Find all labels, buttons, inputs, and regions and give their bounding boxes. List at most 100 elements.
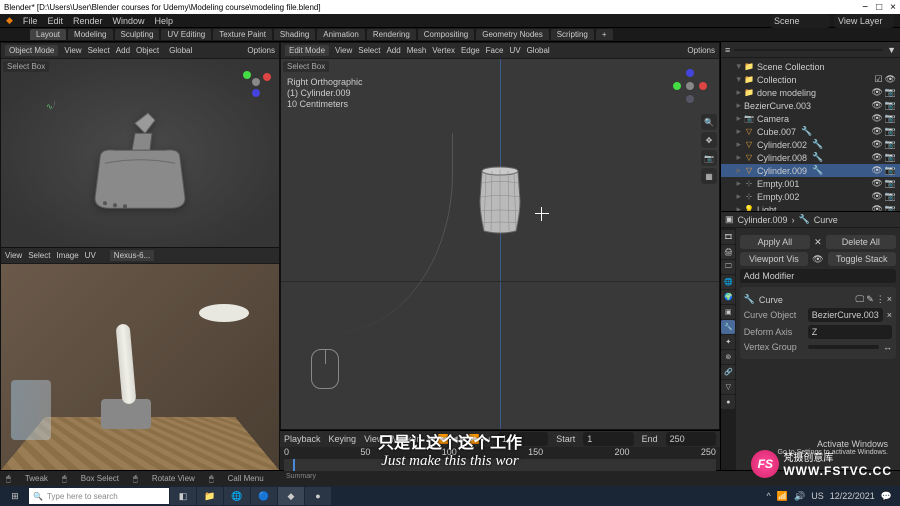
collection-item[interactable]: ▾📁Collection ☑👁 xyxy=(721,73,900,86)
vpmain-tool[interactable]: Select Box xyxy=(283,61,329,72)
toggle-stack-button[interactable]: Toggle Stack xyxy=(828,252,896,266)
vp2-select[interactable]: Select xyxy=(28,251,50,260)
vp2-uv[interactable]: UV xyxy=(85,251,96,260)
outliner-item[interactable]: ▸∿BezierCurve.003👁📷 xyxy=(721,99,900,112)
viewlayer-dropdown[interactable]: View Layer xyxy=(834,14,894,28)
menu-edit[interactable]: Edit xyxy=(47,16,63,26)
tab-modeling[interactable]: Modeling xyxy=(68,29,112,40)
invert-icon[interactable]: ↔ xyxy=(883,342,892,352)
tab-add[interactable]: + xyxy=(596,29,613,40)
app-chrome[interactable]: 🔵 xyxy=(251,487,277,505)
vp1-add[interactable]: Add xyxy=(116,46,130,55)
vp1-mode[interactable]: Object Mode xyxy=(5,45,58,56)
outliner-item[interactable]: ▸📷Camera👁📷 xyxy=(721,112,900,125)
vpmain-edge[interactable]: Edge xyxy=(461,46,480,55)
close-icon[interactable]: × xyxy=(890,2,896,13)
vpmain-face[interactable]: Face xyxy=(486,46,504,55)
tl-marker[interactable]: Marker xyxy=(391,434,419,444)
system-tray[interactable]: ^ 📶 🔊 US 12/22/2021 💬 xyxy=(761,491,898,502)
outliner-item[interactable]: ▸▽Cube.007🔧👁📷 xyxy=(721,125,900,138)
ptab-material[interactable]: ● xyxy=(721,395,735,409)
menu-help[interactable]: Help xyxy=(155,16,174,26)
tab-sculpting[interactable]: Sculpting xyxy=(115,29,160,40)
tab-texpaint[interactable]: Texture Paint xyxy=(213,29,272,40)
vp1-view[interactable]: View xyxy=(64,46,81,55)
timeline-editor[interactable]: Playback Keying View Marker ⏮ ⏪ ◀ ▶ ⏩ ⏭ … xyxy=(280,430,720,470)
vpmain-uv[interactable]: UV xyxy=(509,46,520,55)
ptab-modifier[interactable]: 🔧 xyxy=(721,320,735,334)
outliner-item[interactable]: ▸⊹Empty.001👁📷 xyxy=(721,177,900,190)
jump-start-icon[interactable]: ⏮ xyxy=(427,434,435,445)
ptab-view[interactable]: 🖵 xyxy=(721,260,735,274)
tl-summary[interactable]: Summary xyxy=(280,473,720,480)
add-modifier-dropdown[interactable]: Add Modifier xyxy=(740,269,896,283)
timeline-track[interactable] xyxy=(284,459,716,471)
tl-keying[interactable]: Keying xyxy=(329,434,357,444)
vpmain-add[interactable]: Add xyxy=(386,46,400,55)
minimize-icon[interactable]: − xyxy=(862,2,868,13)
vp1-tool[interactable]: Select Box xyxy=(3,61,49,72)
timeline-ruler[interactable]: 0 50 100 150 200 250 xyxy=(280,447,720,457)
vp1-select[interactable]: Select xyxy=(88,46,110,55)
viewport-main[interactable]: Edit Mode View Select Add Mesh Vertex Ed… xyxy=(280,42,720,430)
start-frame[interactable]: 1 xyxy=(583,432,633,446)
ptab-world[interactable]: 🌍 xyxy=(721,290,735,304)
scene-dropdown[interactable]: Scene xyxy=(770,14,830,28)
play-icon[interactable]: ▶ xyxy=(460,434,467,445)
tab-shading[interactable]: Shading xyxy=(274,29,315,40)
eye-icon[interactable]: 👁 xyxy=(812,254,823,265)
vp1-global[interactable]: Global xyxy=(169,46,192,55)
outliner-item[interactable]: ▸▽Cylinder.002🔧👁📷 xyxy=(721,138,900,151)
nav-gizmo-main-icon[interactable] xyxy=(671,67,709,105)
mod-name[interactable]: Curve xyxy=(759,295,783,305)
app-explorer[interactable]: 📁 xyxy=(197,487,223,505)
mod-realtime-icon[interactable]: 🖵 xyxy=(856,294,865,305)
vpmain-options[interactable]: Options xyxy=(687,46,715,55)
ptab-physics[interactable]: ⊚ xyxy=(721,350,735,364)
vpmain-global[interactable]: Global xyxy=(527,46,550,55)
outliner-search[interactable] xyxy=(734,49,883,51)
tab-render[interactable]: Rendering xyxy=(367,29,416,40)
delete-all-button[interactable]: Delete All xyxy=(826,235,896,249)
mod-dropdown-icon[interactable]: ⋮ xyxy=(876,294,885,305)
tray-wifi-icon[interactable]: 📶 xyxy=(777,491,788,502)
vp2-image[interactable]: Image xyxy=(56,251,78,260)
ptab-constraint[interactable]: 🔗 xyxy=(721,365,735,379)
tab-layout[interactable]: Layout xyxy=(30,29,66,40)
zoom-icon[interactable]: 🔍 xyxy=(701,114,717,130)
vpmain-mode[interactable]: Edit Mode xyxy=(285,45,329,56)
filter-icon[interactable]: ▼ xyxy=(887,45,896,55)
current-frame[interactable]: 1 xyxy=(498,432,548,446)
tab-anim[interactable]: Animation xyxy=(317,29,365,40)
maximize-icon[interactable]: □ xyxy=(876,2,882,13)
move-icon[interactable]: ✥ xyxy=(701,132,717,148)
menu-window[interactable]: Window xyxy=(112,16,144,26)
vp1-object[interactable]: Object xyxy=(136,46,159,55)
persp-icon[interactable]: ▦ xyxy=(701,168,717,184)
jump-end-icon[interactable]: ⏭ xyxy=(482,434,490,445)
vp1-options[interactable]: Options xyxy=(247,46,275,55)
deform-axis-field[interactable]: Z xyxy=(808,325,892,339)
curve-object-field[interactable]: BezierCurve.003 xyxy=(808,308,883,322)
prev-key-icon[interactable]: ⏪ xyxy=(438,434,449,445)
outliner-item[interactable]: ▸💡Light👁📷 xyxy=(721,203,900,211)
outliner-item[interactable]: ▸📁done modeling👁📷 xyxy=(721,86,900,99)
camera-icon[interactable]: 📷 xyxy=(701,150,717,166)
vp2-view[interactable]: View xyxy=(5,251,22,260)
scene-collection[interactable]: ▾📁Scene Collection xyxy=(721,60,900,73)
start-button[interactable]: ⊞ xyxy=(2,487,28,505)
blender-icon[interactable]: ◆ xyxy=(6,15,13,26)
tab-comp[interactable]: Compositing xyxy=(418,29,474,40)
tray-notif-icon[interactable]: 💬 xyxy=(881,491,892,502)
playhead[interactable] xyxy=(293,459,295,471)
tl-view[interactable]: View xyxy=(364,434,383,444)
ptab-particle[interactable]: ✦ xyxy=(721,335,735,349)
clear-icon[interactable]: × xyxy=(887,310,892,320)
next-key-icon[interactable]: ⏩ xyxy=(469,434,480,445)
tray-sound-icon[interactable]: 🔊 xyxy=(794,491,805,502)
vpmain-mesh[interactable]: Mesh xyxy=(407,46,427,55)
outliner-item[interactable]: ▸▽Cylinder.008🔧👁📷 xyxy=(721,151,900,164)
ptab-render[interactable]: 🎞 xyxy=(721,230,735,244)
nav-gizmo-icon[interactable] xyxy=(237,63,275,101)
ptab-output[interactable]: 🖨 xyxy=(721,245,735,259)
